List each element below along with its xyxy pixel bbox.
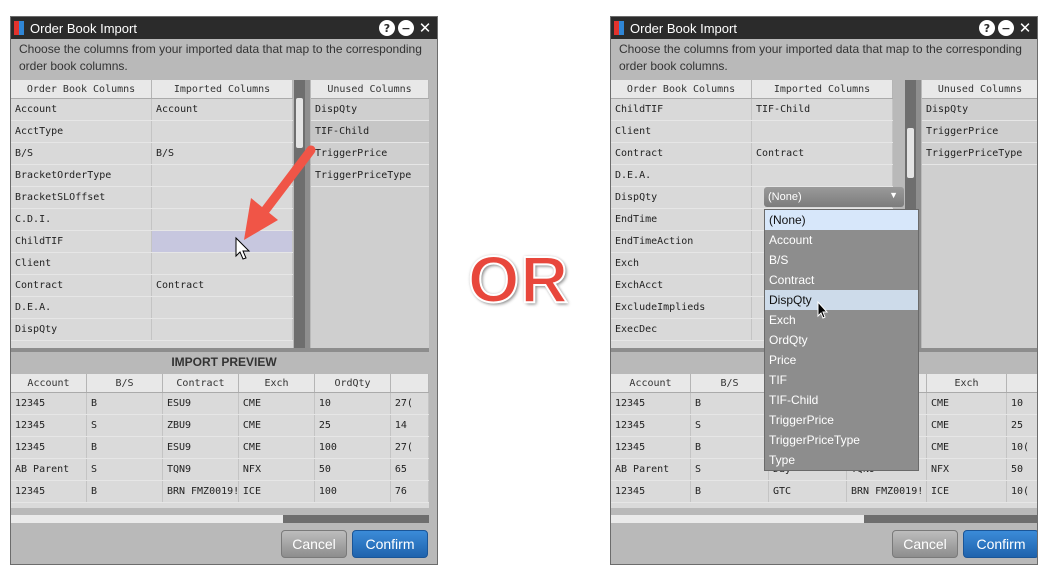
cursor-overlay: [817, 300, 829, 319]
mouse-cursor-icon: [817, 300, 829, 319]
